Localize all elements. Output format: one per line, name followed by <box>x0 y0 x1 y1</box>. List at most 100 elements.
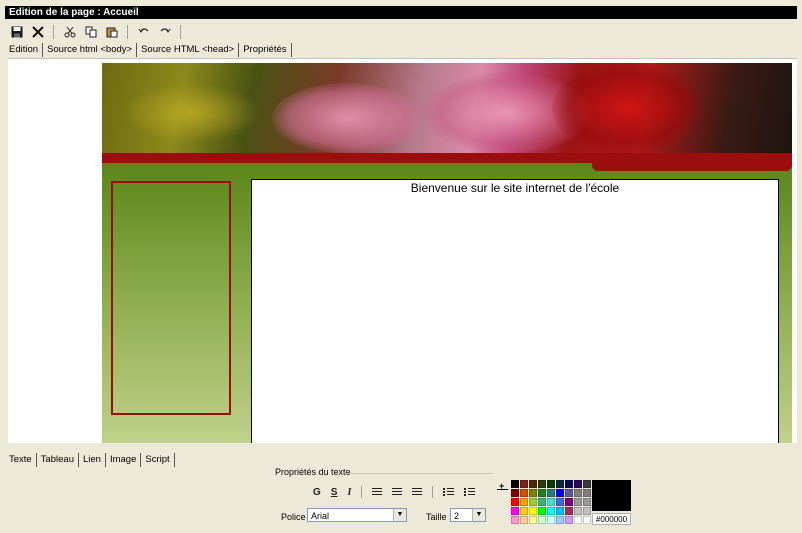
color-swatch[interactable] <box>583 516 591 524</box>
color-swatch[interactable] <box>556 516 564 524</box>
content-area[interactable]: Bienvenue sur le site internet de l'écol… <box>251 179 779 443</box>
police-value: Arial <box>311 511 330 521</box>
color-swatch[interactable] <box>574 516 582 524</box>
wysiwyg-editor[interactable]: Bienvenue sur le site internet de l'écol… <box>8 58 797 443</box>
redo-icon[interactable] <box>156 24 173 40</box>
cut-icon[interactable] <box>61 24 78 40</box>
main-toolbar <box>8 23 308 41</box>
window-title-bar: Edition de la page : Accueil <box>5 6 797 19</box>
tab-lien[interactable]: Lien <box>79 453 106 467</box>
close-icon[interactable] <box>29 24 46 40</box>
italic-button[interactable]: I <box>347 487 351 498</box>
color-swatch[interactable] <box>565 489 573 497</box>
banner-petal <box>272 83 422 153</box>
color-palette <box>511 480 591 524</box>
color-swatch[interactable] <box>511 516 519 524</box>
color-swatch[interactable] <box>529 498 537 506</box>
underline-button[interactable]: S <box>331 487 338 498</box>
paste-icon[interactable] <box>103 24 120 40</box>
tab-edition[interactable]: Edition <box>8 43 44 57</box>
format-separator <box>361 486 363 498</box>
color-swatch[interactable] <box>511 489 519 497</box>
chevron-down-icon[interactable]: ▼ <box>393 509 406 521</box>
color-swatch[interactable] <box>511 498 519 506</box>
color-swatch[interactable] <box>574 480 582 488</box>
color-swatch[interactable] <box>538 480 546 488</box>
page-preview: Bienvenue sur le site internet de l'écol… <box>102 63 792 443</box>
color-swatch[interactable] <box>529 516 537 524</box>
color-swatch[interactable] <box>538 489 546 497</box>
color-swatch[interactable] <box>574 498 582 506</box>
color-swatch[interactable] <box>511 480 519 488</box>
tab-source-head[interactable]: Source HTML <head> <box>137 43 240 57</box>
color-swatch[interactable] <box>520 507 528 515</box>
format-toolbar: G S I <box>313 486 476 498</box>
color-swatch[interactable] <box>529 480 537 488</box>
color-swatch[interactable] <box>556 498 564 506</box>
taille-select[interactable]: 2 ▼ <box>450 508 486 522</box>
bullet-list-icon[interactable] <box>443 487 455 497</box>
editor-tabs: Edition Source html <body> Source HTML <… <box>8 42 292 58</box>
color-swatch[interactable] <box>583 480 591 488</box>
tab-texte[interactable]: Texte <box>8 453 37 467</box>
format-separator <box>432 486 434 498</box>
color-swatch[interactable] <box>574 489 582 497</box>
toolbar-separator <box>53 25 54 39</box>
color-swatch[interactable] <box>520 489 528 497</box>
sidebar-frame[interactable] <box>111 181 231 415</box>
color-swatch[interactable] <box>556 507 564 515</box>
tab-script[interactable]: Script <box>141 453 175 467</box>
color-swatch[interactable] <box>547 516 555 524</box>
color-swatch[interactable] <box>565 498 573 506</box>
tab-source-body[interactable]: Source html <body> <box>43 43 138 57</box>
color-swatch[interactable] <box>583 489 591 497</box>
color-swatch[interactable] <box>520 498 528 506</box>
tab-tableau[interactable]: Tableau <box>37 453 79 467</box>
toolbar-separator <box>127 25 128 39</box>
align-center-icon[interactable] <box>392 488 403 496</box>
banner-petal <box>552 63 702 153</box>
save-icon[interactable] <box>8 24 25 40</box>
color-swatch[interactable] <box>538 498 546 506</box>
color-swatch[interactable] <box>520 480 528 488</box>
color-swatch[interactable] <box>547 489 555 497</box>
chevron-down-icon[interactable]: ▼ <box>472 509 485 521</box>
color-swatch[interactable] <box>529 489 537 497</box>
flower-banner-image <box>102 63 792 153</box>
color-swatch[interactable] <box>547 498 555 506</box>
numbered-list-icon[interactable] <box>464 487 476 497</box>
banner-blob <box>122 83 262 143</box>
color-hex-field[interactable]: #000000 <box>592 513 631 525</box>
copy-icon[interactable] <box>82 24 99 40</box>
color-swatch[interactable] <box>547 507 555 515</box>
color-swatch[interactable] <box>547 480 555 488</box>
color-swatch[interactable] <box>538 516 546 524</box>
color-swatch[interactable] <box>529 507 537 515</box>
color-swatch[interactable] <box>520 516 528 524</box>
window-title: Edition de la page : Accueil <box>9 7 139 18</box>
align-right-icon[interactable] <box>412 488 423 496</box>
color-swatch[interactable] <box>538 507 546 515</box>
undo-icon[interactable] <box>135 24 152 40</box>
toolbar-separator <box>180 25 181 39</box>
color-swatch[interactable] <box>565 507 573 515</box>
color-swatch[interactable] <box>583 507 591 515</box>
color-swatch[interactable] <box>511 507 519 515</box>
minus-icon[interactable] <box>497 489 508 490</box>
text-properties-title: Propriétés du texte <box>275 467 351 477</box>
tab-image[interactable]: Image <box>106 453 142 467</box>
align-left-icon[interactable] <box>372 488 383 496</box>
bold-button[interactable]: G <box>313 487 321 498</box>
color-swatch[interactable] <box>583 498 591 506</box>
current-color-preview <box>592 480 631 511</box>
taille-value: 2 <box>454 511 460 521</box>
tab-properties[interactable]: Propriétés <box>239 43 292 57</box>
color-swatch[interactable] <box>556 489 564 497</box>
color-swatch[interactable] <box>565 480 573 488</box>
header-red-tab <box>592 159 792 171</box>
color-swatch[interactable] <box>565 516 573 524</box>
welcome-text[interactable]: Bienvenue sur le site internet de l'écol… <box>252 181 778 195</box>
color-swatch[interactable] <box>574 507 582 515</box>
police-select[interactable]: Arial ▼ <box>307 508 407 522</box>
color-swatch[interactable] <box>556 480 564 488</box>
